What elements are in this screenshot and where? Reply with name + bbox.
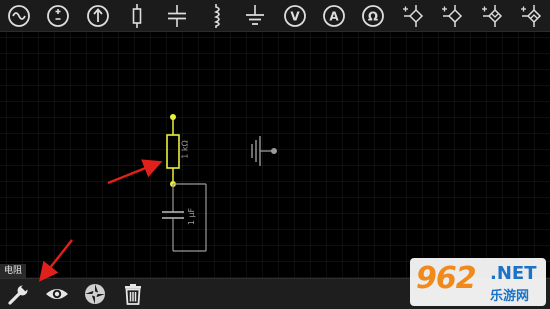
component-toolbar: V A Ω: [0, 0, 550, 32]
circuit-drawing: [162, 114, 277, 252]
eye-icon: [46, 289, 68, 299]
resistor-button[interactable]: [124, 3, 150, 29]
capacitor-value-label: 1 μF: [187, 207, 197, 226]
rotate-icon: [85, 284, 105, 304]
n-mosfet-icon: [481, 4, 502, 27]
p-mosfet-button[interactable]: [518, 3, 544, 29]
ac-source-button[interactable]: [6, 3, 32, 29]
trash-icon: [125, 284, 141, 305]
selected-component-label: 电阻: [0, 264, 27, 278]
capacitor-button[interactable]: [164, 3, 190, 29]
node-top[interactable]: [170, 114, 176, 120]
wrench-icon: [8, 283, 29, 305]
ammeter-button[interactable]: A: [321, 3, 347, 29]
dc-source-button[interactable]: [45, 3, 71, 29]
resistor-icon: [132, 3, 142, 28]
watermark-subtitle: 乐游网: [490, 289, 530, 304]
watermark-net: .NET: [490, 263, 537, 284]
inductor-icon: [213, 3, 220, 28]
current-source-icon: [86, 4, 109, 27]
ammeter-letter: A: [329, 9, 339, 23]
npn-transistor-button[interactable]: [400, 3, 426, 29]
voltmeter-button[interactable]: V: [282, 3, 308, 29]
ammeter-icon: A: [323, 4, 345, 27]
circuit-canvas[interactable]: 1 kΩ 1 μF: [0, 32, 550, 278]
inductor-button[interactable]: [203, 3, 229, 29]
resistor-component[interactable]: [166, 134, 180, 169]
current-source-button[interactable]: [85, 3, 111, 29]
resistor-value-label: 1 kΩ: [180, 140, 190, 159]
ac-source-icon: [8, 4, 30, 27]
dc-source-icon: [47, 4, 70, 27]
ground-node[interactable]: [271, 148, 277, 154]
ground-icon: [246, 4, 265, 25]
delete-button[interactable]: [120, 281, 146, 307]
p-mosfet-icon: [520, 4, 541, 27]
n-mosfet-button[interactable]: [479, 3, 505, 29]
rotate-button[interactable]: [82, 281, 108, 307]
ground-button[interactable]: [242, 3, 268, 29]
capacitor-icon: [167, 4, 186, 27]
ohmmeter-letter: Ω: [368, 9, 378, 23]
pnp-transistor-icon: [442, 4, 463, 27]
voltmeter-letter: V: [290, 9, 300, 23]
edit-properties-button[interactable]: [6, 281, 32, 307]
ohmmeter-icon: Ω: [362, 4, 385, 27]
view-button[interactable]: [44, 281, 70, 307]
voltmeter-icon: V: [283, 4, 306, 27]
watermark-logo: 962: [416, 261, 477, 296]
site-watermark: 962 .NET 乐游网: [410, 258, 546, 306]
pnp-transistor-button[interactable]: [439, 3, 465, 29]
npn-transistor-icon: [402, 4, 423, 27]
ohmmeter-button[interactable]: Ω: [360, 3, 386, 29]
